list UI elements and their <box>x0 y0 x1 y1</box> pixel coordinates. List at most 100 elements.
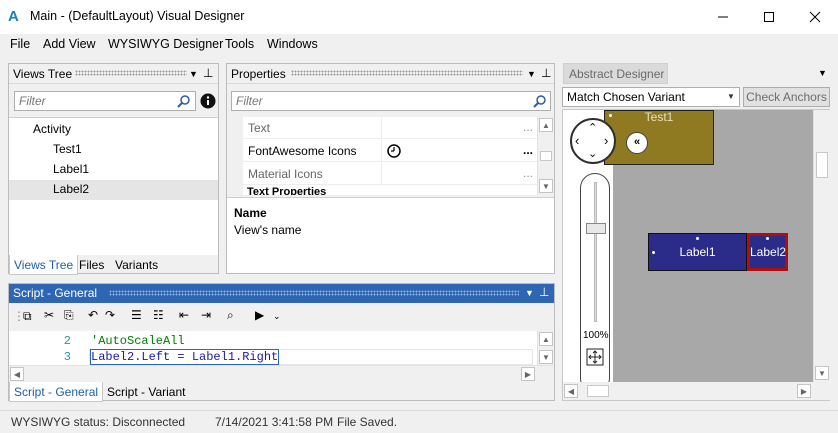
minimize-button[interactable] <box>700 0 746 34</box>
tree-item-label2[interactable]: Label2 <box>53 182 89 196</box>
overflow-dropdown-icon[interactable]: ⌄ <box>273 311 281 322</box>
view-label: Test1 <box>644 110 674 124</box>
code-line[interactable]: Label2.Left = Label1.Right <box>89 349 280 365</box>
section-header-text-properties[interactable]: Text Properties <box>227 186 537 195</box>
check-anchors-button[interactable]: Check Anchors <box>743 87 830 107</box>
menu-tools[interactable]: Tools <box>225 37 254 51</box>
code-vertical-scrollbar[interactable]: ▲ ▼ <box>537 331 554 365</box>
views-tree-title: Views Tree <box>13 67 73 81</box>
tree-item-test1[interactable]: Test1 <box>53 142 82 156</box>
views-tree-list: Activity Test1 Label1 Label2 <box>9 117 218 255</box>
property-name: FontAwesome Icons <box>248 144 357 158</box>
redo-icon[interactable]: ↷ <box>105 308 115 322</box>
outdent-icon[interactable]: ⇤ <box>179 308 189 322</box>
scroll-right-arrow[interactable]: ▶ <box>797 384 811 398</box>
scroll-down-arrow[interactable]: ▼ <box>539 179 553 193</box>
dropdown-icon[interactable]: ▼ <box>527 64 536 84</box>
close-button[interactable] <box>792 0 838 34</box>
scroll-left-arrow[interactable]: ◀ <box>10 367 24 381</box>
collapse-left-icon[interactable]: « <box>626 132 648 154</box>
tree-item-label1[interactable]: Label1 <box>53 162 89 176</box>
code-editor[interactable]: 2 'AutoScaleAll 3 Label2.Left = Label1.R… <box>9 331 554 382</box>
views-tree-filter-input[interactable]: Filter <box>14 91 196 111</box>
comment-icon[interactable]: ☰ <box>131 308 142 322</box>
tree-item-activity[interactable]: Activity <box>33 122 71 136</box>
menu-windows[interactable]: Windows <box>267 37 318 51</box>
section-label: Text Properties <box>247 186 327 195</box>
zoom-slider-thumb[interactable] <box>586 223 606 234</box>
ellipsis-button[interactable]: ... <box>523 120 533 134</box>
maximize-button[interactable] <box>746 0 792 34</box>
ellipsis-button[interactable]: ... <box>523 166 533 180</box>
property-grid: Text ... FontAwesome Icons ... Material … <box>227 117 554 195</box>
code-line[interactable]: 'AutoScaleAll <box>91 334 185 348</box>
fit-to-screen-icon[interactable] <box>586 348 604 366</box>
properties-title: Properties <box>231 67 286 81</box>
run-icon[interactable]: ▶ <box>255 308 264 322</box>
dropdown-icon[interactable]: ▼ <box>818 68 827 78</box>
variant-select[interactable]: Match Chosen Variant ▼ <box>562 87 740 107</box>
menu-wysiwyg-designer[interactable]: WYSIWYG Designer <box>108 37 223 51</box>
canvas-vertical-scrollbar[interactable]: ▼ <box>813 110 830 382</box>
script-toolbar: ⋮ ⧉ ✂ ⎘ ↶ ↷ ☰ ☷ ⇤ ⇥ ⌕ ▶ ⌄ <box>9 305 554 329</box>
maximize-icon <box>764 12 774 22</box>
line-number: 2 <box>63 334 71 348</box>
property-grid-scrollbar[interactable]: ▲ ▼ <box>537 117 554 195</box>
tab-abstract-designer[interactable]: Abstract Designer <box>563 63 668 84</box>
uncomment-icon[interactable]: ☷ <box>153 308 164 322</box>
code-horizontal-scrollbar[interactable]: ◀ ▶ <box>9 365 554 382</box>
cut-icon[interactable]: ✂ <box>44 308 54 322</box>
scroll-thumb[interactable] <box>816 152 828 178</box>
search-icon[interactable] <box>533 94 547 108</box>
dropdown-icon[interactable]: ▼ <box>525 284 534 303</box>
tab-views-tree[interactable]: Views Tree <box>9 255 79 275</box>
tab-files[interactable]: Files <box>75 255 108 275</box>
undo-icon[interactable]: ↶ <box>88 308 98 322</box>
view-test1[interactable]: Test1 <box>604 110 714 165</box>
canvas-horizontal-scrollbar[interactable]: ◀ ▶ <box>563 382 830 400</box>
scroll-down-arrow[interactable]: ▼ <box>815 366 829 380</box>
scroll-right-arrow[interactable]: ▶ <box>521 367 535 381</box>
property-row-fontawesome-icons[interactable]: FontAwesome Icons ... <box>243 140 537 162</box>
dropdown-icon[interactable]: ▼ <box>189 64 198 84</box>
indent-icon[interactable]: ⇥ <box>201 308 211 322</box>
drag-grip[interactable] <box>75 70 187 76</box>
scroll-up-arrow[interactable]: ▲ <box>539 332 553 346</box>
drag-grip[interactable] <box>291 70 523 76</box>
scroll-left-arrow[interactable]: ◀ <box>564 384 578 398</box>
copy-icon[interactable]: ⧉ <box>23 309 32 324</box>
pan-control[interactable]: ⌃ ⌄ ‹ › <box>570 118 616 164</box>
pan-down-icon[interactable]: ⌄ <box>588 147 597 160</box>
scroll-thumb[interactable] <box>540 151 552 161</box>
status-timestamp: 7/14/2021 3:41:58 PM <box>215 415 334 429</box>
tab-script-variant[interactable]: Script - Variant <box>103 382 189 402</box>
search-icon[interactable] <box>177 94 191 108</box>
pin-icon[interactable]: ⊥ <box>541 63 551 83</box>
pan-up-icon[interactable]: ⌃ <box>588 121 597 134</box>
pin-icon[interactable]: ⊥ <box>203 63 213 83</box>
anchor-dot <box>652 251 655 254</box>
view-label1[interactable]: Label1 <box>648 233 747 271</box>
views-tree-panel: Views Tree ▼ ⊥ Filter Activity Test1 Lab… <box>8 63 219 275</box>
scroll-down-arrow[interactable]: ▼ <box>539 350 553 364</box>
property-row-material-icons[interactable]: Material Icons ... <box>243 163 537 185</box>
ellipsis-button[interactable]: ... <box>523 143 533 157</box>
find-icon[interactable]: ⌕ <box>227 308 234 323</box>
pan-left-icon[interactable]: ‹ <box>575 133 579 148</box>
tab-script-general[interactable]: Script - General <box>9 382 104 402</box>
property-row-text[interactable]: Text ... <box>243 117 537 139</box>
scroll-thumb[interactable] <box>587 385 609 397</box>
info-icon[interactable] <box>200 93 216 109</box>
drag-grip[interactable] <box>109 290 519 296</box>
tab-variants[interactable]: Variants <box>111 255 162 275</box>
pan-right-icon[interactable]: › <box>604 133 608 148</box>
zoom-slider[interactable]: 100% <box>580 173 610 393</box>
paste-icon[interactable]: ⎘ <box>64 308 74 323</box>
pin-icon[interactable]: ⊥ <box>539 283 549 302</box>
abstract-designer-panel: Abstract Designer ▼ Match Chosen Variant… <box>562 63 832 403</box>
view-label2[interactable]: Label2 <box>747 233 788 271</box>
menu-file[interactable]: File <box>10 37 30 51</box>
scroll-up-arrow[interactable]: ▲ <box>539 118 553 132</box>
properties-filter-input[interactable]: Filter <box>231 91 551 111</box>
menu-add-view[interactable]: Add View <box>43 37 96 51</box>
